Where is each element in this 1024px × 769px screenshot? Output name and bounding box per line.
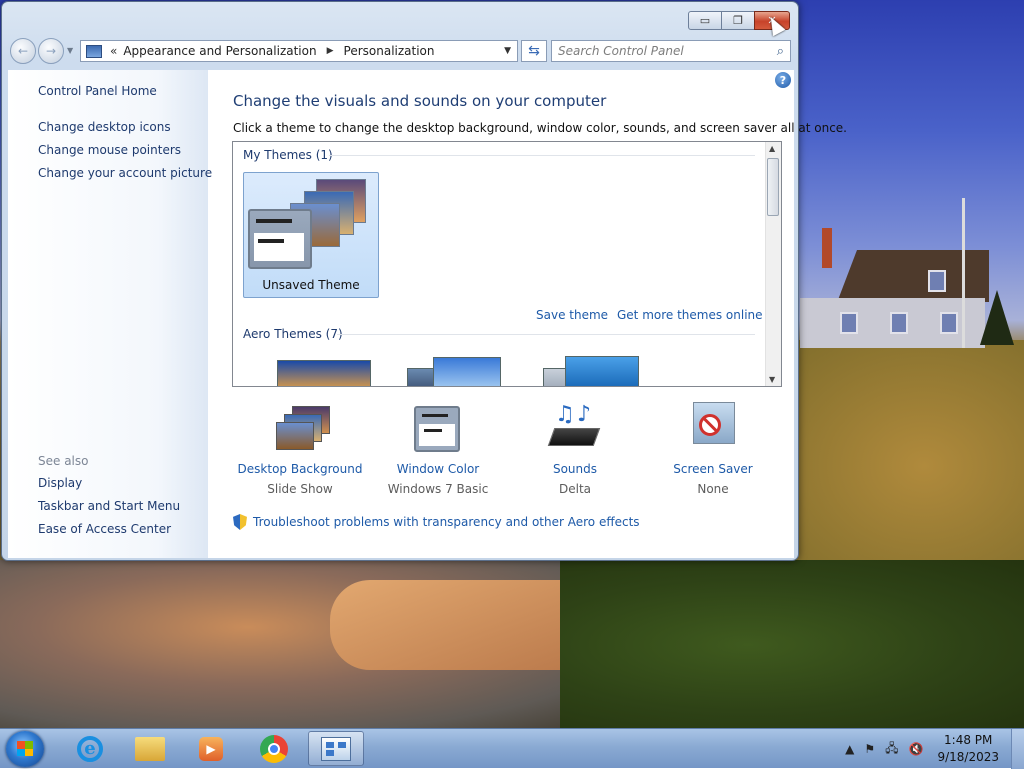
- themes-list: My Themes (1) Unsaved Theme Save theme G…: [232, 141, 782, 387]
- group-divider: [329, 155, 755, 156]
- navigation-bar: ← → ▼ « Appearance and Personalization ▶…: [8, 38, 792, 64]
- breadcrumb-appearance[interactable]: Appearance and Personalization: [123, 44, 316, 58]
- taskbar-chrome[interactable]: [246, 731, 302, 766]
- breadcrumb-overflow[interactable]: «: [110, 44, 117, 58]
- troubleshoot-link[interactable]: Troubleshoot problems with transparency …: [233, 514, 640, 530]
- clock-time: 1:48 PM: [944, 733, 993, 747]
- taskbar-control-panel[interactable]: [308, 731, 364, 766]
- address-dropdown-icon[interactable]: ▼: [504, 46, 511, 56]
- show-hidden-icons[interactable]: ▲: [845, 742, 854, 756]
- action-center-flag-icon[interactable]: ⚑: [864, 742, 875, 756]
- taskbar-media-player[interactable]: ▶: [183, 731, 239, 766]
- forward-arrow-icon: →: [45, 44, 57, 58]
- media-player-icon: ▶: [199, 736, 223, 761]
- desktop-background-label[interactable]: Desktop Background: [235, 462, 365, 476]
- aero-theme-thumbnail[interactable]: [565, 356, 639, 386]
- desktop-background-icon: [270, 402, 330, 456]
- my-themes-header[interactable]: My Themes (1): [243, 148, 333, 162]
- display-link[interactable]: Display: [38, 476, 82, 490]
- unsaved-theme-label: Unsaved Theme: [262, 278, 360, 292]
- volume-muted-icon[interactable]: 🔇: [909, 742, 924, 756]
- search-input[interactable]: [552, 43, 770, 59]
- minimize-button[interactable]: ▭: [688, 11, 722, 30]
- get-more-themes-link[interactable]: Get more themes online: [617, 308, 763, 322]
- chrome-icon: [260, 734, 288, 763]
- network-icon[interactable]: 🖧: [885, 739, 898, 760]
- play-icon: ▶: [206, 741, 216, 756]
- window-color-preview-icon: [248, 209, 312, 269]
- minimize-icon: ▭: [699, 14, 711, 27]
- screen-saver-item[interactable]: Screen Saver None: [648, 402, 778, 496]
- uac-shield-icon: [233, 514, 247, 530]
- recent-pages-dropdown[interactable]: ▼: [67, 46, 73, 55]
- show-desktop-button[interactable]: [1011, 729, 1024, 769]
- taskbar-start-menu-link[interactable]: Taskbar and Start Menu: [38, 499, 180, 513]
- internet-explorer-icon: e: [77, 735, 103, 762]
- ease-of-access-link[interactable]: Ease of Access Center: [38, 522, 171, 536]
- page-title: Change the visuals and sounds on your co…: [233, 92, 607, 110]
- sounds-icon: ♫ ♪: [545, 402, 605, 456]
- change-mouse-pointers-link[interactable]: Change mouse pointers: [38, 143, 181, 157]
- desktop-background-item[interactable]: Desktop Background Slide Show: [235, 402, 365, 496]
- scrollbar-thumb[interactable]: [767, 158, 779, 216]
- desktop-background-value: Slide Show: [267, 482, 333, 496]
- unsaved-theme-tile[interactable]: Unsaved Theme: [243, 172, 379, 298]
- breadcrumb-personalization[interactable]: Personalization: [344, 44, 435, 58]
- wallpaper-bush: [560, 560, 1024, 728]
- aero-theme-thumbnail[interactable]: [433, 357, 501, 386]
- scroll-up-icon[interactable]: ▲: [769, 144, 775, 153]
- window-color-icon: [408, 402, 468, 456]
- page-subtitle: Click a theme to change the desktop back…: [233, 121, 847, 135]
- change-desktop-icons-link[interactable]: Change desktop icons: [38, 120, 171, 134]
- address-bar[interactable]: « Appearance and Personalization ▶ Perso…: [80, 40, 518, 62]
- start-button[interactable]: [6, 731, 44, 767]
- refresh-button[interactable]: ⇆: [521, 40, 547, 62]
- window-color-label[interactable]: Window Color: [373, 462, 503, 476]
- control-panel-home-link[interactable]: Control Panel Home: [38, 84, 157, 98]
- search-box[interactable]: ⌕: [551, 40, 791, 62]
- maximize-icon: ❐: [733, 14, 743, 27]
- content-area: Control Panel Home Change desktop icons …: [8, 70, 847, 558]
- wallpaper-flagpole: [962, 198, 965, 348]
- left-pane: Control Panel Home Change desktop icons …: [8, 70, 212, 558]
- back-button[interactable]: ←: [10, 38, 36, 64]
- breadcrumb-arrow-icon[interactable]: ▶: [327, 46, 334, 56]
- back-arrow-icon: ←: [17, 44, 29, 58]
- refresh-icon: ⇆: [528, 43, 540, 59]
- scroll-down-icon[interactable]: ▼: [769, 375, 775, 384]
- sounds-label[interactable]: Sounds: [510, 462, 640, 476]
- change-account-picture-link[interactable]: Change your account picture: [38, 166, 212, 180]
- screen-saver-value: None: [697, 482, 729, 496]
- screen-saver-icon: [683, 402, 743, 456]
- folder-icon: [135, 736, 165, 761]
- control-panel-icon: [321, 736, 351, 761]
- aero-themes-header[interactable]: Aero Themes (7): [243, 327, 343, 341]
- taskbar: e ▶ ▲ ⚑ 🖧 🔇 1:48 PM 9/18/2023: [0, 728, 1024, 769]
- sounds-item[interactable]: ♫ ♪ Sounds Delta: [510, 402, 640, 496]
- see-also-heading: See also: [38, 454, 89, 468]
- screen-saver-label[interactable]: Screen Saver: [648, 462, 778, 476]
- group-divider: [337, 334, 755, 335]
- troubleshoot-label[interactable]: Troubleshoot problems with transparency …: [253, 515, 640, 529]
- sounds-value: Delta: [558, 482, 591, 496]
- themes-scrollbar[interactable]: ▲ ▼: [765, 142, 781, 386]
- save-theme-link[interactable]: Save theme: [536, 308, 608, 322]
- clock-date: 9/18/2023: [937, 750, 999, 764]
- maximize-button[interactable]: ❐: [721, 11, 755, 30]
- search-icon[interactable]: ⌕: [777, 44, 784, 59]
- help-icon[interactable]: ?: [775, 72, 791, 88]
- taskbar-file-explorer[interactable]: [122, 731, 178, 766]
- aero-theme-windows-thumbnail[interactable]: [277, 360, 371, 386]
- personalization-window: ▭ ❐ ✕ ← → ▼ « Appearance and Personaliza…: [1, 1, 847, 561]
- taskbar-internet-explorer[interactable]: e: [62, 731, 118, 766]
- windows-logo-icon: [17, 741, 33, 756]
- window-color-item[interactable]: Window Color Windows 7 Basic: [373, 402, 503, 496]
- system-tray: ▲ ⚑ 🖧 🔇 1:48 PM 9/18/2023: [845, 729, 1024, 769]
- window-color-value: Windows 7 Basic: [387, 482, 489, 496]
- forward-button[interactable]: →: [38, 38, 64, 64]
- clock[interactable]: 1:48 PM 9/18/2023: [937, 732, 999, 766]
- control-panel-icon: [86, 44, 102, 58]
